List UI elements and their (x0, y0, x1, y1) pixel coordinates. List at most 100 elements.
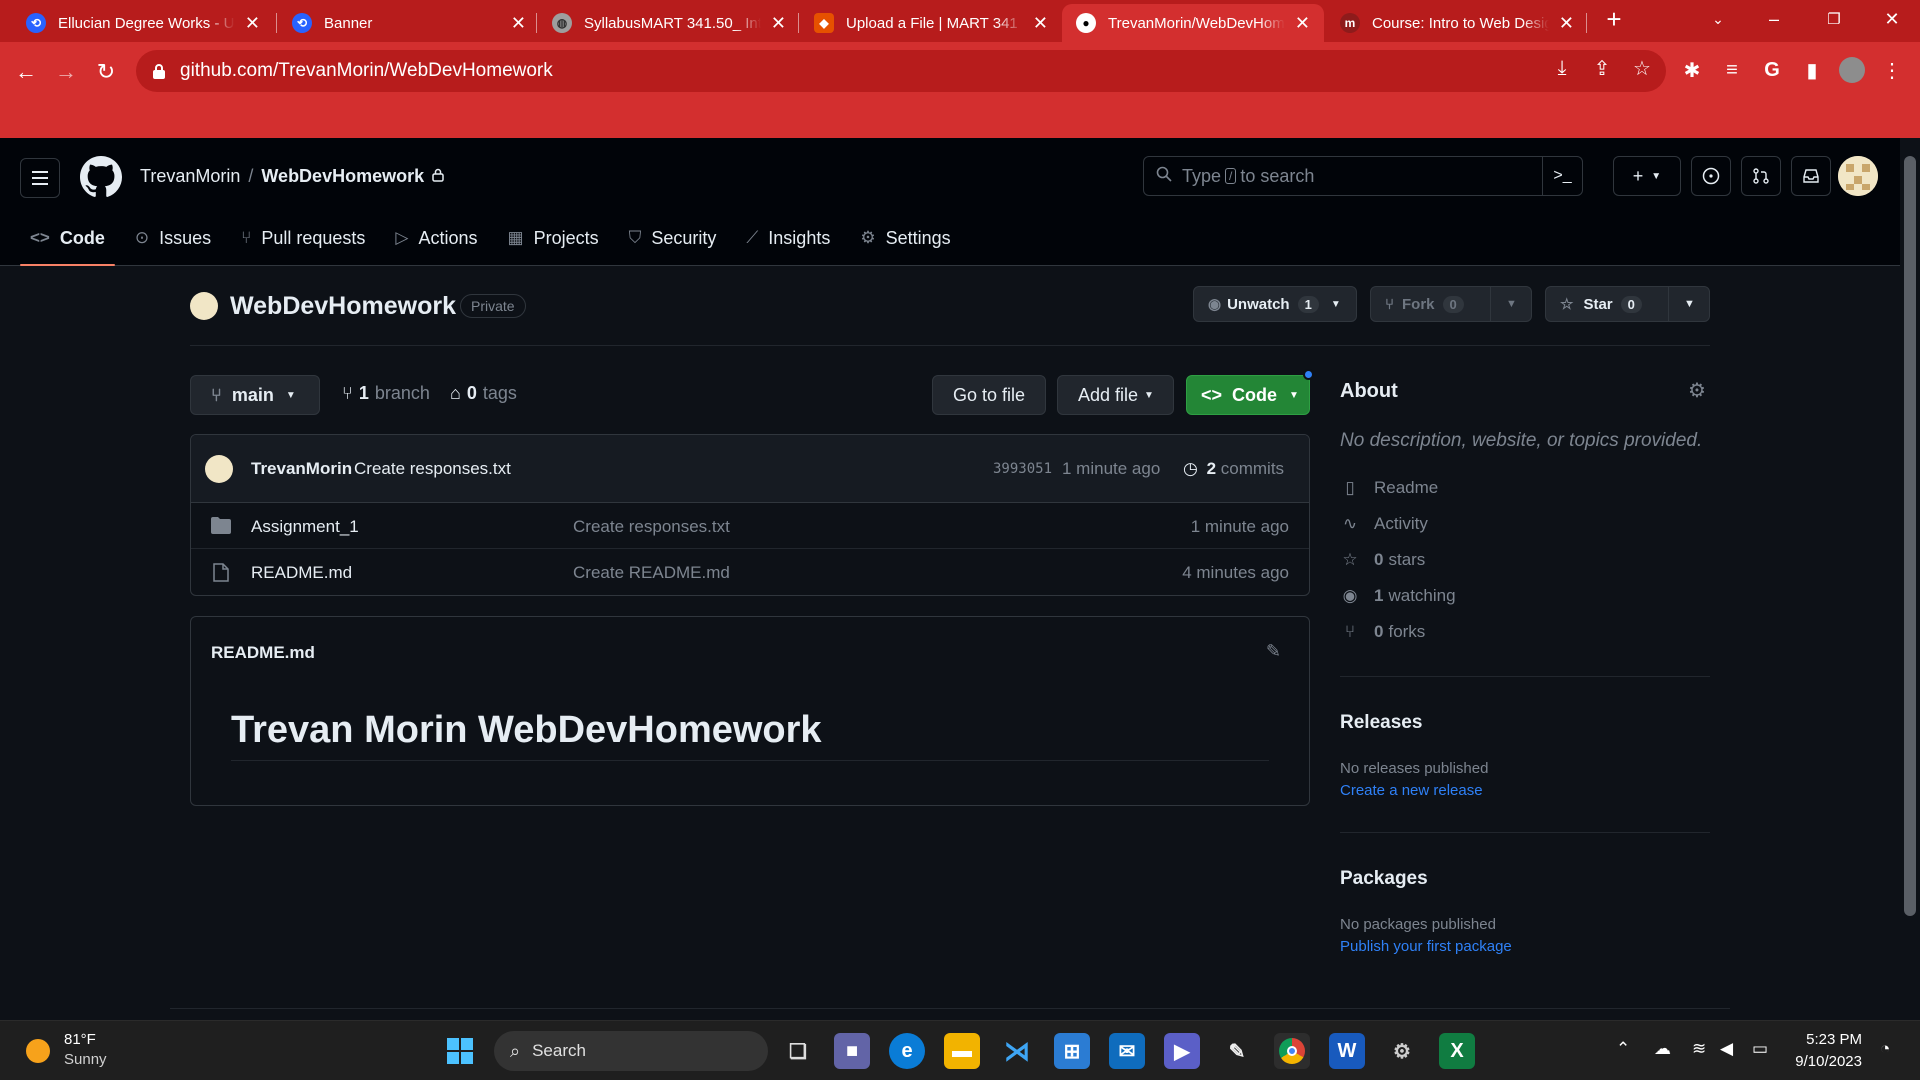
forks-link[interactable]: ⑂ 0 forks (1340, 622, 1425, 642)
command-palette-icon[interactable]: >_ (1542, 157, 1582, 195)
minimize-button[interactable]: – (1746, 0, 1802, 38)
browser-tab-course[interactable]: m Course: Intro to Web Desig ✕ (1326, 4, 1588, 42)
unwatch-button[interactable]: ◉ Unwatch 1 ▼ (1193, 286, 1357, 322)
commit-sha[interactable]: 3993051 (993, 461, 1052, 477)
issues-icon[interactable] (1691, 156, 1731, 196)
branches-link[interactable]: ⑂ 1 branch (342, 383, 430, 404)
file-name[interactable]: README.md (251, 563, 352, 583)
inbox-icon[interactable] (1791, 156, 1831, 196)
notepad-icon[interactable]: ✎ (1219, 1033, 1255, 1069)
clock-time[interactable]: 5:23 PM (1792, 1031, 1862, 1048)
go-to-file-button[interactable]: Go to file (932, 375, 1046, 415)
profile-avatar[interactable] (1836, 54, 1868, 86)
repo-link[interactable]: WebDevHomework (261, 166, 424, 187)
excel-icon[interactable]: X (1439, 1033, 1475, 1069)
code-button[interactable]: <> Code ▼ (1186, 375, 1310, 415)
releases-title[interactable]: Releases (1340, 712, 1422, 734)
menu-button[interactable] (20, 158, 60, 198)
readme-title[interactable]: README.md (211, 643, 315, 663)
close-tab-icon[interactable]: ✕ (1559, 13, 1574, 34)
reading-list-icon[interactable]: ≡ (1716, 54, 1748, 86)
file-name[interactable]: Assignment_1 (251, 517, 359, 537)
tab-code[interactable]: <> Code (20, 210, 115, 266)
address-bar[interactable]: github.com/TrevanMorin/WebDevHomework (136, 50, 1666, 92)
create-new-button[interactable]: + ▼ (1613, 156, 1681, 196)
commit-message[interactable]: Create responses.txt (354, 459, 511, 479)
bookmark-star-icon[interactable]: ☆ (1628, 54, 1656, 82)
tab-actions[interactable]: ▷ Actions (385, 210, 487, 266)
clipchamp-icon[interactable]: ▶ (1164, 1033, 1200, 1069)
weather-temperature[interactable]: 81°F (64, 1031, 96, 1048)
user-avatar[interactable] (1838, 156, 1878, 196)
share-icon[interactable]: ⇪ (1588, 54, 1616, 82)
taskbar-search[interactable]: ⌕ Search (494, 1031, 768, 1071)
new-tab-button[interactable]: + (1586, 0, 1642, 38)
mail-icon[interactable]: ✉ (1109, 1033, 1145, 1069)
restore-button[interactable]: ❐ (1806, 0, 1862, 38)
settings-icon[interactable]: ⚙ (1384, 1033, 1420, 1069)
tab-settings[interactable]: ⚙ Settings (850, 210, 960, 266)
star-button[interactable]: ☆ Star 0 ▼ (1545, 286, 1710, 322)
gear-icon[interactable]: ⚙ (1688, 378, 1706, 403)
wifi-icon[interactable]: ≋ (1692, 1039, 1706, 1059)
vscode-icon[interactable]: ⋊ (999, 1033, 1035, 1069)
watchers-link[interactable]: ◉ 1 watching (1340, 586, 1456, 606)
start-icon[interactable] (442, 1033, 478, 1069)
onedrive-icon[interactable]: ☁ (1654, 1039, 1671, 1059)
tab-pull-requests[interactable]: ⑂ Pull requests (231, 210, 375, 266)
side-panel-icon[interactable]: ▮ (1796, 54, 1828, 86)
weather-condition[interactable]: Sunny (64, 1051, 107, 1068)
tab-search-button[interactable]: ⌄ (1690, 0, 1746, 38)
owner-link[interactable]: TrevanMorin (140, 166, 240, 187)
volume-icon[interactable]: ◀ (1720, 1039, 1733, 1059)
browser-tab-github[interactable]: ● TrevanMorin/WebDevHome ✕ (1062, 4, 1324, 42)
store-icon[interactable]: ⊞ (1054, 1033, 1090, 1069)
branch-selector[interactable]: ⑂ main ▼ (190, 375, 320, 415)
search-input[interactable]: Type / to search >_ (1143, 156, 1583, 196)
create-release-link[interactable]: Create a new release (1340, 782, 1483, 799)
star-dropdown[interactable]: ▼ (1668, 287, 1710, 321)
stars-link[interactable]: ☆ 0 stars (1340, 550, 1425, 570)
browser-tab-degree-works[interactable]: ⟲ Ellucian Degree Works - Un ✕ (12, 4, 274, 42)
browser-tab-syllabus[interactable]: ◍ SyllabusMART 341.50_ Intro ✕ (538, 4, 800, 42)
word-icon[interactable]: W (1329, 1033, 1365, 1069)
add-file-button[interactable]: Add file ▼ (1057, 375, 1174, 415)
file-commit-message[interactable]: Create README.md (573, 563, 730, 583)
publish-package-link[interactable]: Publish your first package (1340, 938, 1512, 955)
tab-projects[interactable]: ▦ Projects (498, 210, 609, 266)
teams-icon[interactable]: ■ (834, 1033, 870, 1069)
reload-button[interactable]: ↻ (88, 54, 124, 90)
close-tab-icon[interactable]: ✕ (771, 13, 786, 34)
browser-tab-banner[interactable]: ⟲ Banner ✕ (278, 4, 540, 42)
browser-menu-icon[interactable]: ⋮ (1876, 54, 1908, 86)
browser-tab-upload-file[interactable]: ◆ Upload a File | MART 341 In ✕ (800, 4, 1062, 42)
commits-link[interactable]: ◷ 2 commits (1183, 459, 1284, 479)
repo-name[interactable]: WebDevHomework (230, 292, 456, 321)
close-tab-icon[interactable]: ✕ (1033, 13, 1048, 34)
pencil-icon[interactable]: ✎ (1266, 641, 1281, 662)
forward-button[interactable]: → (48, 54, 84, 90)
sun-icon[interactable] (26, 1039, 50, 1063)
tab-issues[interactable]: ⊙ Issues (125, 210, 221, 266)
battery-icon[interactable]: ▭ (1752, 1039, 1768, 1059)
notification-icon[interactable]: ◔ (1880, 1039, 1890, 1059)
tab-security[interactable]: ⛉ Security (619, 210, 727, 266)
file-explorer-icon[interactable]: ▬ (944, 1033, 980, 1069)
scrollbar-thumb[interactable] (1904, 156, 1916, 916)
close-tab-icon[interactable]: ✕ (511, 13, 526, 34)
grammarly-icon[interactable]: G (1756, 54, 1788, 86)
edge-icon[interactable]: e (889, 1033, 925, 1069)
tags-link[interactable]: ⌂ 0 tags (450, 383, 517, 404)
fork-button[interactable]: ⑂ Fork 0 ▼ (1370, 286, 1532, 322)
readme-link[interactable]: ▯ Readme (1340, 478, 1438, 498)
back-button[interactable]: ← (8, 54, 44, 90)
window-close-button[interactable]: ✕ (1864, 0, 1920, 38)
tab-insights[interactable]: ⟋ Insights (736, 210, 840, 266)
commit-author[interactable]: TrevanMorin (251, 459, 352, 479)
clock-date[interactable]: 9/10/2023 (1778, 1053, 1862, 1070)
install-icon[interactable]: ⤓ (1548, 54, 1576, 82)
extensions-icon[interactable]: ✱ (1676, 54, 1708, 86)
page-scrollbar[interactable] (1900, 138, 1920, 1020)
activity-link[interactable]: ∿ Activity (1340, 514, 1428, 534)
pull-requests-icon[interactable] (1741, 156, 1781, 196)
